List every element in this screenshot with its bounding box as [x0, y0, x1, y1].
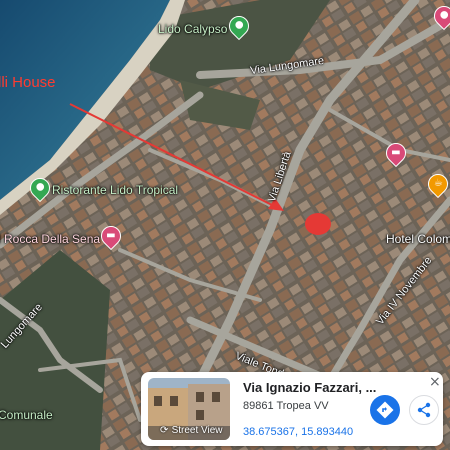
- place-card[interactable]: ⟳ Street View Via Ignazio Fazzari, ... 8…: [141, 372, 443, 446]
- poi-label-comunale[interactable]: Comunale: [0, 408, 53, 422]
- street-view-label: ⟳ Street View: [160, 425, 223, 436]
- share-button[interactable]: [409, 395, 439, 425]
- street-view-text: Street View: [171, 425, 223, 436]
- poi-label-hotel[interactable]: Hotel Colom: [386, 232, 450, 246]
- directions-button[interactable]: [370, 395, 400, 425]
- poi-label-rocca[interactable]: l Rocca Della Sena: [0, 232, 100, 246]
- house-label: lli House: [0, 74, 56, 91]
- place-title: Via Ignazio Fazzari, ...: [243, 380, 377, 395]
- place-coordinates[interactable]: 38.675367, 15.893440: [243, 426, 353, 438]
- directions-icon: [376, 401, 394, 419]
- close-icon[interactable]: ×: [429, 374, 441, 390]
- place-address: 89861 Tropea VV: [243, 400, 329, 412]
- location-marker[interactable]: [305, 213, 331, 235]
- street-view-thumbnail[interactable]: ⟳ Street View: [148, 378, 230, 440]
- poi-label-lido-calypso[interactable]: Lido Calypso: [158, 22, 227, 36]
- share-icon: [417, 402, 431, 418]
- poi-label-ristorante[interactable]: Ristorante Lido Tropical: [52, 183, 178, 197]
- street-view-icon: ⟳: [160, 425, 172, 436]
